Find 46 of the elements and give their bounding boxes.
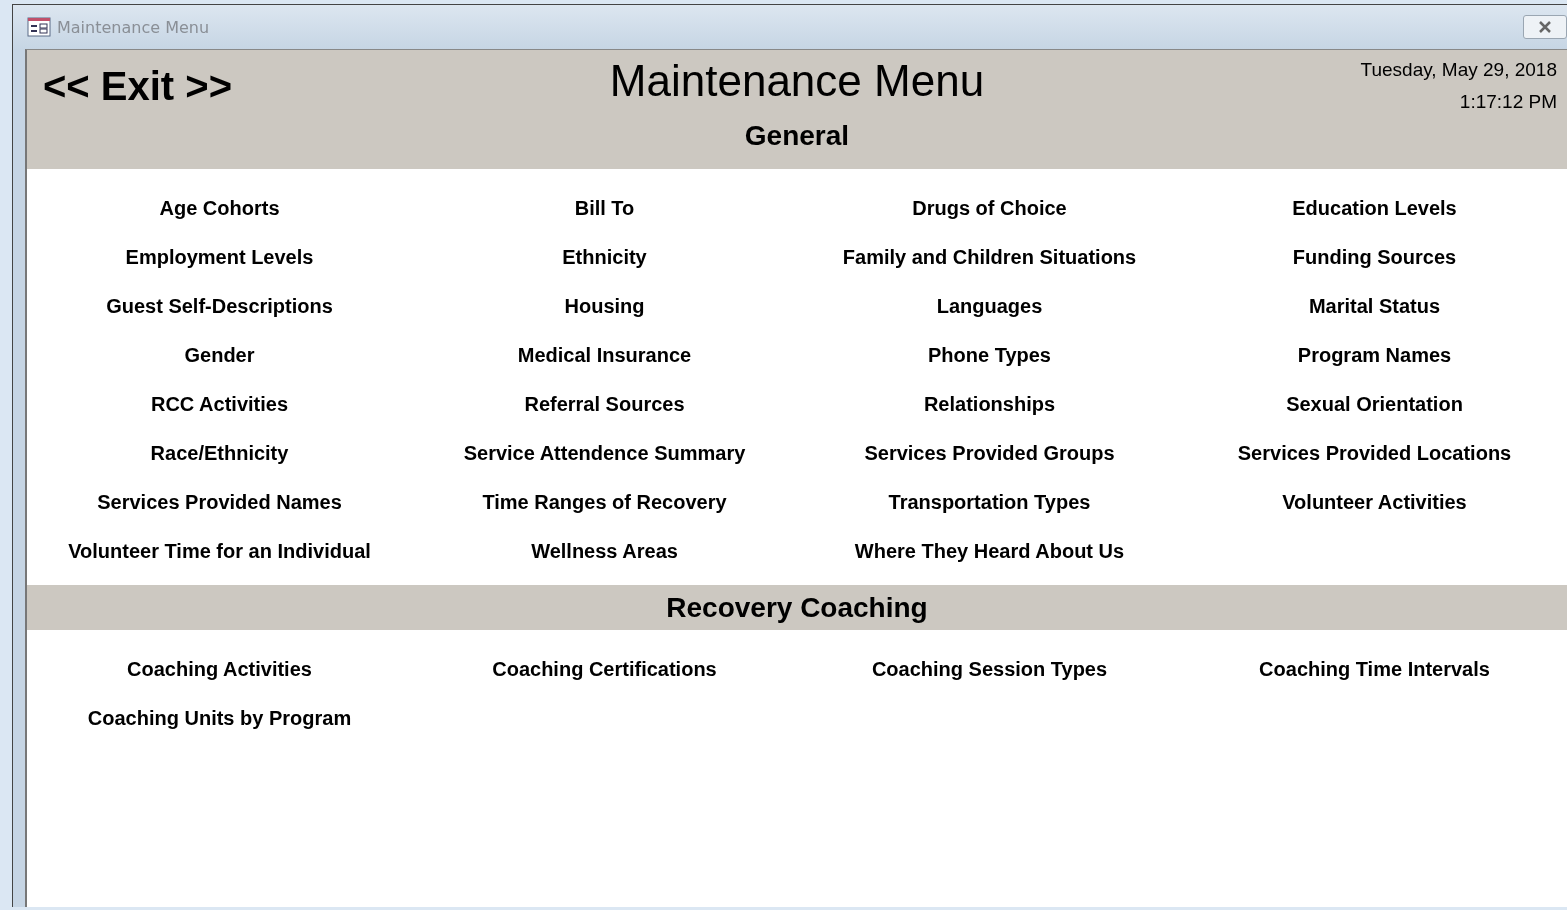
menu-link[interactable]: Services Provided Names xyxy=(97,477,342,526)
menu-link[interactable]: Phone Types xyxy=(928,330,1051,379)
menu-link[interactable]: Sexual Orientation xyxy=(1286,379,1463,428)
time-label: 1:17:12 PM xyxy=(1459,90,1557,114)
menu-link[interactable]: Services Provided Locations xyxy=(1237,428,1512,477)
menu-link[interactable]: Gender xyxy=(184,330,255,379)
section-heading: Recovery Coaching xyxy=(666,591,928,624)
menu-link[interactable]: Where They Heard About Us xyxy=(854,526,1125,575)
menu-link[interactable]: Coaching Session Types xyxy=(871,644,1108,693)
menu-link[interactable]: Service Attendence Summary xyxy=(463,428,746,477)
menu-link[interactable]: Program Names xyxy=(1297,330,1452,379)
menu-link[interactable]: Guest Self-Descriptions xyxy=(106,281,333,330)
menu-link[interactable]: Ethnicity xyxy=(562,232,647,281)
menu-link[interactable]: Medical Insurance xyxy=(517,330,692,379)
menu-link[interactable]: RCC Activities xyxy=(150,379,289,428)
menu-link[interactable]: Volunteer Time for an Individual xyxy=(68,526,371,575)
menu-link[interactable]: Coaching Units by Program xyxy=(87,693,352,742)
menu-link[interactable]: Volunteer Activities xyxy=(1282,477,1467,526)
menu-link[interactable]: Education Levels xyxy=(1292,183,1457,232)
menu-link[interactable]: Funding Sources xyxy=(1292,232,1457,281)
menu-link[interactable]: Coaching Certifications xyxy=(492,644,717,693)
menu-link[interactable]: Coaching Time Intervals xyxy=(1259,644,1490,693)
menu-link[interactable]: Bill To xyxy=(574,183,635,232)
menu-link[interactable]: Drugs of Choice xyxy=(912,183,1067,232)
menu-link[interactable]: Time Ranges of Recovery xyxy=(482,477,727,526)
window-title: Maintenance Menu xyxy=(57,17,210,37)
close-icon xyxy=(1538,21,1552,33)
date-label: Tuesday, May 29, 2018 xyxy=(1360,58,1557,82)
menu-link[interactable]: Employment Levels xyxy=(125,232,314,281)
menu-link[interactable]: Marital Status xyxy=(1308,281,1441,330)
exit-button[interactable]: << Exit >> xyxy=(43,64,233,109)
menu-link[interactable]: Relationships xyxy=(923,379,1056,428)
menu-link[interactable]: Wellness Areas xyxy=(531,526,678,575)
close-button[interactable] xyxy=(1523,15,1567,39)
menu-link[interactable]: Race/Ethnicity xyxy=(150,428,289,477)
menu-link[interactable]: Age Cohorts xyxy=(159,183,280,232)
form-icon xyxy=(27,17,51,37)
menu-link[interactable]: Transportation Types xyxy=(888,477,1091,526)
menu-link[interactable]: Services Provided Groups xyxy=(864,428,1115,477)
menu-link[interactable]: Housing xyxy=(564,281,645,330)
menu-link[interactable]: Coaching Activities xyxy=(127,644,312,693)
menu-link[interactable]: Family and Children Situations xyxy=(842,232,1137,281)
menu-link[interactable]: Languages xyxy=(936,281,1043,330)
form-title: Maintenance Menu xyxy=(609,56,985,106)
menu-link[interactable]: Referral Sources xyxy=(524,379,685,428)
section-heading: General xyxy=(744,120,850,152)
